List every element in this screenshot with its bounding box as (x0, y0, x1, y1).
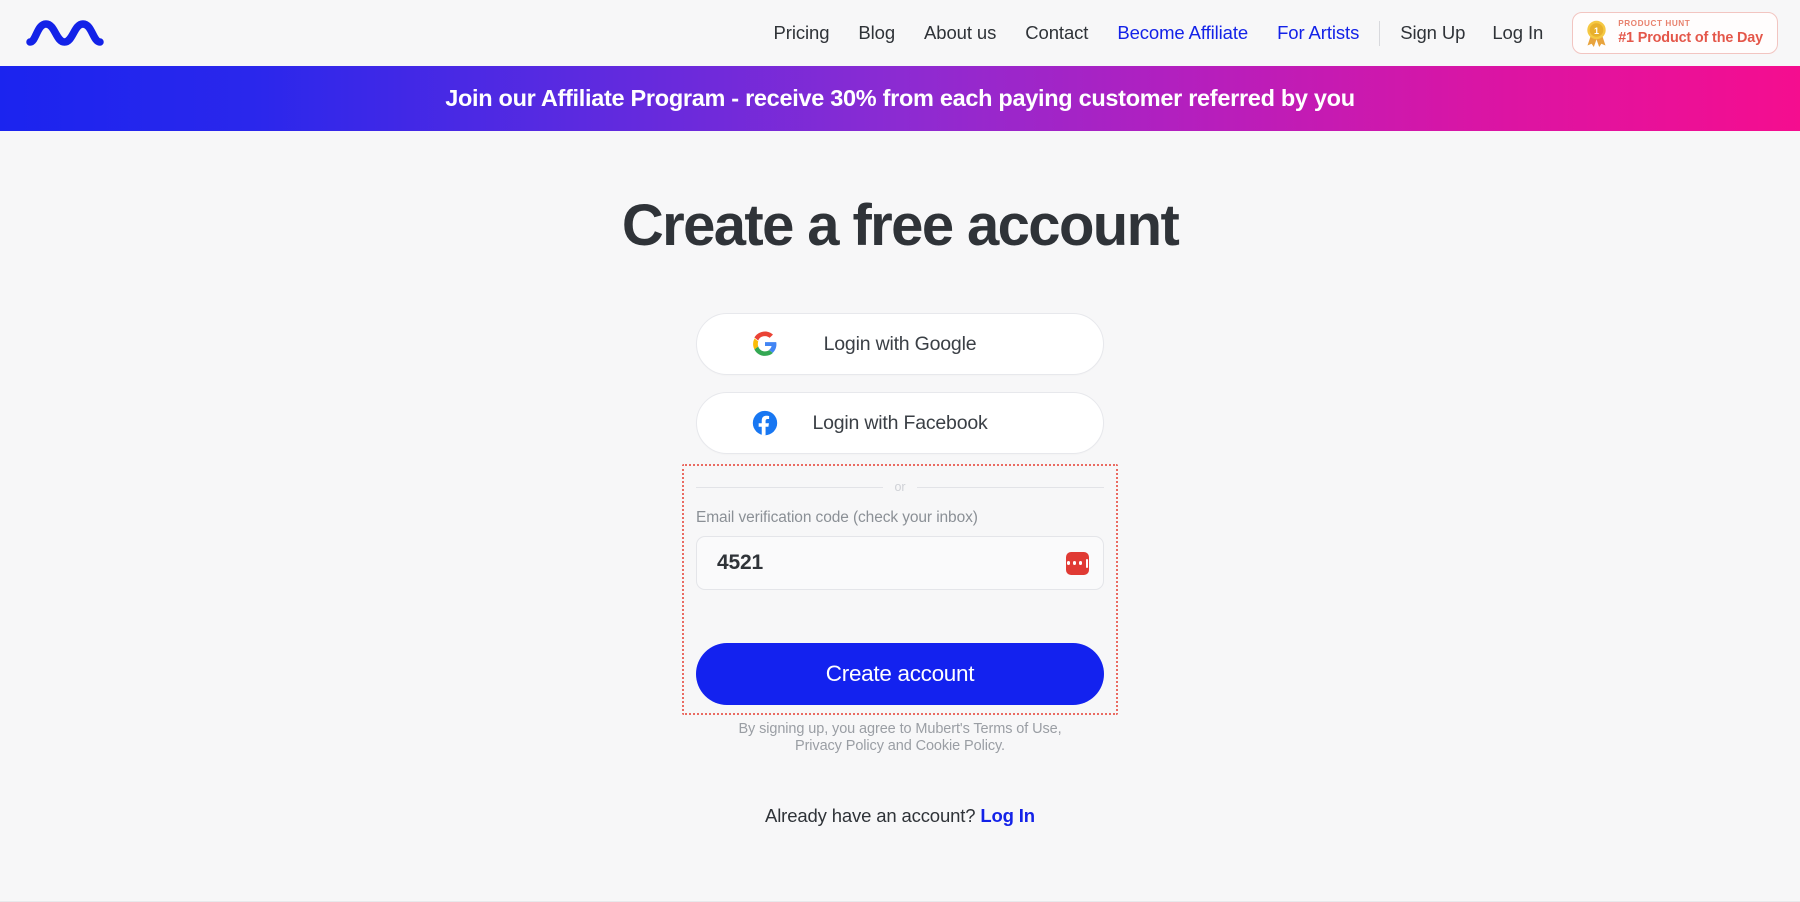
product-hunt-badge[interactable]: 1 PRODUCT HUNT #1 Product of the Day (1572, 12, 1778, 54)
legal-line-2[interactable]: Privacy Policy and Cookie Policy. (795, 738, 1005, 754)
log-in-link-footer[interactable]: Log In (980, 805, 1035, 826)
nav-link-blog[interactable]: Blog (858, 22, 895, 44)
nav-links: Pricing Blog About us Contact Become Aff… (774, 22, 1360, 44)
main-navigation: Pricing Blog About us Contact Become Aff… (0, 12, 1800, 54)
verification-code-input[interactable]: 4521 (696, 536, 1104, 590)
divider-line-right (916, 486, 1104, 488)
affiliate-banner-text: Join our Affiliate Program - receive 30%… (445, 85, 1355, 111)
verification-code-value: 4521 (717, 551, 763, 574)
create-account-button[interactable]: Create account (696, 643, 1104, 705)
nav-link-become-affiliate[interactable]: Become Affiliate (1117, 22, 1248, 44)
nav-link-pricing[interactable]: Pricing (774, 22, 830, 44)
nav-auth-links: Sign Up Log In (1400, 22, 1543, 44)
already-have-account: Already have an account? Log In (765, 805, 1035, 827)
password-manager-icon[interactable] (1066, 551, 1089, 575)
legal-disclaimer: By signing up, you agree to Mubert's Ter… (685, 721, 1115, 755)
signup-main: Create a free account Login with Google … (0, 131, 1800, 902)
nav-link-contact[interactable]: Contact (1025, 22, 1088, 44)
nav-link-about-us[interactable]: About us (924, 22, 996, 44)
login-with-google-button[interactable]: Login with Google (696, 313, 1104, 375)
product-hunt-title: #1 Product of the Day (1618, 30, 1763, 47)
divider-label: or (894, 480, 906, 494)
signup-form: or Email verification code (check your i… (682, 464, 1118, 715)
sign-up-link[interactable]: Sign Up (1400, 22, 1465, 44)
google-icon (752, 331, 778, 357)
already-have-account-text: Already have an account? (765, 805, 976, 827)
legal-line-1[interactable]: By signing up, you agree to Mubert's Ter… (738, 721, 1061, 737)
divider-line-left (696, 486, 884, 488)
facebook-icon (752, 410, 778, 436)
or-divider: or (696, 480, 1104, 494)
site-header: Pricing Blog About us Contact Become Aff… (0, 0, 1800, 66)
nav-divider (1379, 20, 1381, 46)
login-with-facebook-label: Login with Facebook (812, 411, 988, 434)
svg-text:1: 1 (1594, 26, 1599, 36)
login-with-facebook-button[interactable]: Login with Facebook (696, 392, 1104, 454)
affiliate-banner[interactable]: Join our Affiliate Program - receive 30%… (0, 66, 1800, 131)
gold-medal-icon: 1 (1587, 20, 1606, 47)
nav-link-for-artists[interactable]: For Artists (1277, 22, 1359, 44)
product-hunt-badge-text: PRODUCT HUNT #1 Product of the Day (1618, 19, 1763, 47)
product-hunt-kicker: PRODUCT HUNT (1618, 19, 1691, 29)
mubert-wave-logo[interactable] (26, 16, 118, 50)
log-in-link[interactable]: Log In (1492, 22, 1543, 44)
login-with-google-label: Login with Google (823, 332, 977, 355)
page-title: Create a free account (621, 193, 1180, 258)
verification-code-label: Email verification code (check your inbo… (696, 509, 978, 526)
